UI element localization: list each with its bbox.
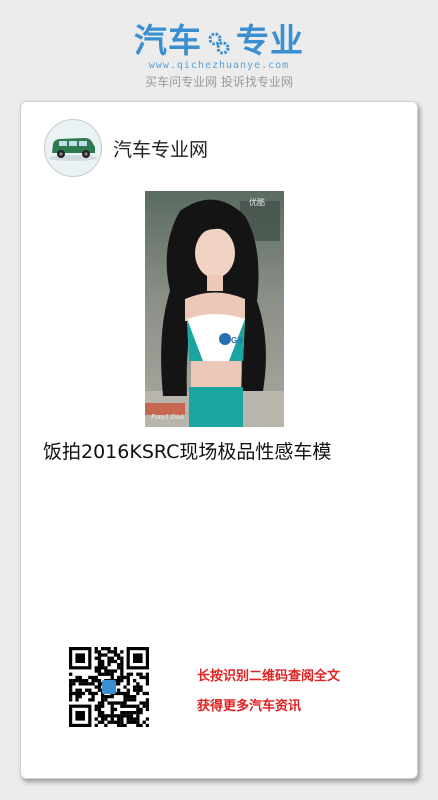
logo-url: www.qichezhuanye.com xyxy=(148,60,290,71)
logo-title: 汽车 专业 xyxy=(134,18,304,60)
cta-scan-qr: 长按识别二维码查阅全文 xyxy=(197,669,341,684)
article-photo[interactable]: GS 优酷 Pany1 Diuk xyxy=(145,191,284,427)
share-card: 汽车专业网 GS 优酷 Pany1 Diuk 饭拍2016KSRC现场极品性感车… xyxy=(20,101,418,779)
photo-badge: GS xyxy=(231,336,243,345)
photo-watermark-bottom: Pany1 Diuk xyxy=(150,413,185,421)
qr-code[interactable] xyxy=(69,647,150,728)
avatar xyxy=(44,119,102,177)
article-title[interactable]: 饭拍2016KSRC现场极品性感车模 xyxy=(43,438,343,467)
car-avatar-icon xyxy=(49,138,97,161)
cta-more-news: 获得更多汽车资讯 xyxy=(197,699,302,714)
site-logo: 汽车 专业 www.qichezhuanye.com 买车问专业网 投诉找专业网 xyxy=(0,18,438,90)
logo-tagline: 买车问专业网 投诉找专业网 xyxy=(145,75,293,89)
logo-title-right: 专业 xyxy=(236,21,304,60)
site-name: 汽车专业网 xyxy=(113,139,209,161)
photo-watermark-top: 优酷 xyxy=(249,197,265,207)
logo-title-left: 汽车 xyxy=(134,21,202,60)
gear-icon xyxy=(206,25,232,55)
